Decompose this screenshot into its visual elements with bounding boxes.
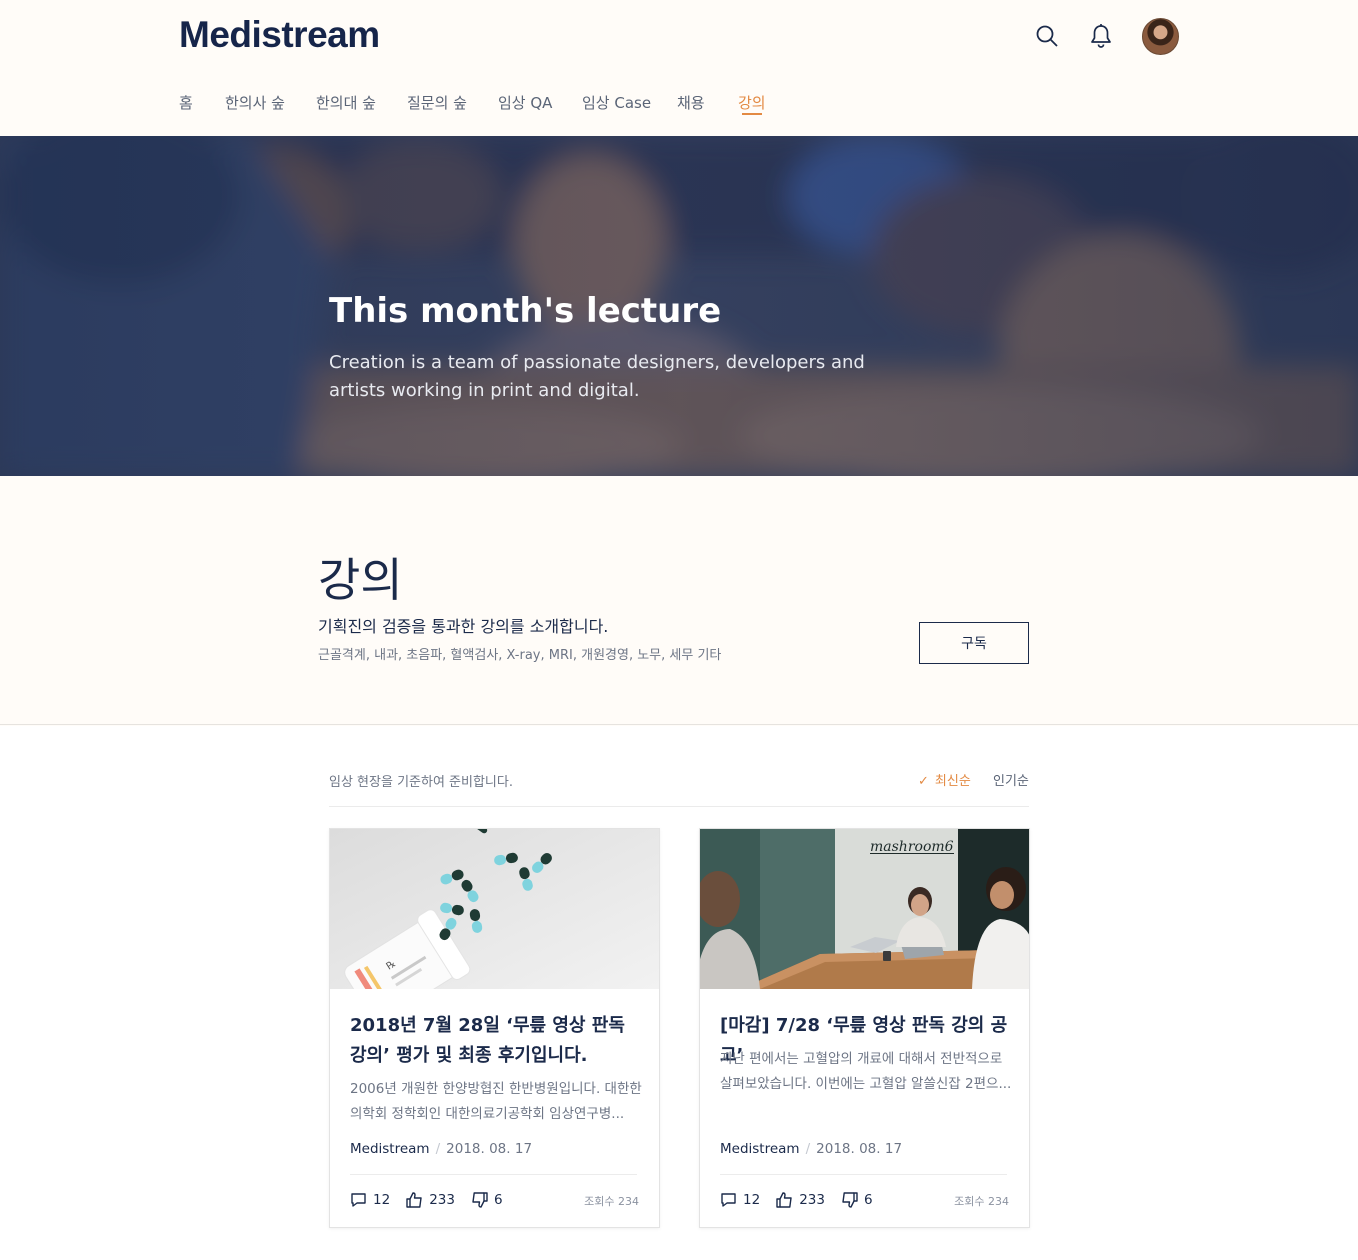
nav-active-indicator	[742, 113, 762, 115]
comment-icon	[721, 1192, 736, 1207]
meta-separator: /	[805, 1141, 811, 1157]
nav-item-student-forest[interactable]: 한의대 숲	[316, 92, 376, 113]
card-stats: 12 233 6	[720, 1191, 889, 1209]
dislike-count[interactable]: 6	[841, 1192, 873, 1208]
card-meta: Medistream / 2018. 08. 17	[350, 1141, 532, 1157]
card-thumbnail-meeting: mashroom6	[700, 829, 1029, 989]
nav-item-home[interactable]: 홈	[179, 92, 193, 113]
comment-icon	[351, 1192, 366, 1207]
card-excerpt: 2006년 개원한 한양방협진 한반병원입니다. 대한한의학회 정학회인 대한의…	[350, 1081, 642, 1122]
bell-icon[interactable]	[1087, 22, 1115, 50]
page-title: 강의	[318, 553, 403, 607]
brand-logo[interactable]: Medistream	[179, 14, 380, 56]
meta-separator: /	[435, 1141, 441, 1157]
like-count-value: 233	[799, 1192, 825, 1208]
lecture-card[interactable]: ℞ 2018년 7월 28일 ‘무릎 영상 판독 강의’ 평가 및 최종 후기입…	[329, 828, 660, 1228]
nav-item-lecture[interactable]: 강의	[738, 92, 766, 113]
card-stats: 12 233 6	[350, 1191, 519, 1209]
divider	[350, 1174, 637, 1175]
like-count-value: 233	[429, 1192, 455, 1208]
nav-item-jobs[interactable]: 채용	[677, 92, 705, 113]
thumbs-up-icon	[406, 1192, 422, 1208]
hero-subtitle: Creation is a team of passionate designe…	[329, 352, 865, 401]
comment-count-value: 12	[743, 1192, 761, 1208]
hero-title: This month's lecture	[329, 291, 722, 331]
card-title[interactable]: 2018년 7월 28일 ‘무릎 영상 판독 강의’ 평가 및 최종 후기입니다…	[350, 1011, 645, 1071]
card-date: 2018. 08. 17	[816, 1141, 903, 1157]
hero-banner: This month's lecture Creation is a team …	[0, 136, 1358, 476]
view-count: 조회수 234	[954, 1195, 1009, 1208]
lecture-list: 임상 현장을 기준하여 준비합니다. ✓ 최신순 인기순 ℞ 2018년 7월 …	[0, 726, 1358, 1260]
comment-count-value: 12	[373, 1192, 391, 1208]
nav-item-question-forest[interactable]: 질문의 숲	[407, 92, 467, 113]
card-thumbnail-pills: ℞	[330, 829, 659, 989]
card-date: 2018. 08. 17	[446, 1141, 533, 1157]
card-author[interactable]: Medistream	[720, 1141, 800, 1157]
nav-item-clinical-qa[interactable]: 임상 QA	[498, 92, 552, 113]
subscribe-button[interactable]: 구독	[919, 622, 1029, 664]
lecture-card[interactable]: mashroom6 [마감] 7/28 ‘무릎 영상 판독 강의 공고’ 지난 …	[699, 828, 1030, 1228]
sort-latest-option[interactable]: ✓ 최신순	[918, 770, 971, 789]
view-count: 조회수 234	[584, 1195, 639, 1208]
thumbs-down-icon	[842, 1192, 858, 1208]
divider	[329, 806, 1029, 807]
card-image-sign: mashroom6	[870, 839, 954, 855]
list-note: 임상 현장을 기준하여 준비합니다.	[329, 775, 513, 790]
dislike-count[interactable]: 6	[471, 1192, 503, 1208]
check-icon: ✓	[918, 774, 929, 789]
like-count[interactable]: 233	[406, 1192, 455, 1208]
dislike-count-value: 6	[493, 1192, 503, 1208]
card-author[interactable]: Medistream	[350, 1141, 430, 1157]
card-meta: Medistream / 2018. 08. 17	[720, 1141, 902, 1157]
like-count[interactable]: 233	[776, 1192, 825, 1208]
user-avatar[interactable]	[1142, 18, 1179, 55]
sort-popular-option[interactable]: 인기순	[993, 770, 1029, 789]
lecture-intro: 강의 기획진의 검증을 통과한 강의를 소개합니다. 근골격계, 내과, 초음파…	[0, 476, 1358, 725]
comment-count[interactable]: 12	[350, 1192, 390, 1208]
card-excerpt: 지난 편에서는 고혈압의 개료에 대해서 전반적으로 살펴보았습니다. 이번에는…	[720, 1051, 1012, 1092]
site-header: Medistream 홈 한의사 숲 한의대 숲 질문의 숲 임상 QA 임상 …	[0, 0, 1358, 136]
sort-latest-label: 최신순	[934, 774, 971, 789]
search-icon[interactable]	[1033, 22, 1061, 50]
intro-tags: 근골격계, 내과, 초음파, 혈액검사, X-ray, MRI, 개원경영, 노…	[318, 648, 722, 663]
thumbs-up-icon	[776, 1192, 792, 1208]
nav-item-doctor-forest[interactable]: 한의사 숲	[225, 92, 285, 113]
dislike-count-value: 6	[863, 1192, 873, 1208]
nav-item-clinical-case[interactable]: 임상 Case	[582, 92, 651, 113]
intro-description: 기획진의 검증을 통과한 강의를 소개합니다.	[318, 617, 609, 636]
comment-count[interactable]: 12	[720, 1192, 760, 1208]
divider	[720, 1174, 1007, 1175]
thumbs-down-icon	[472, 1192, 488, 1208]
